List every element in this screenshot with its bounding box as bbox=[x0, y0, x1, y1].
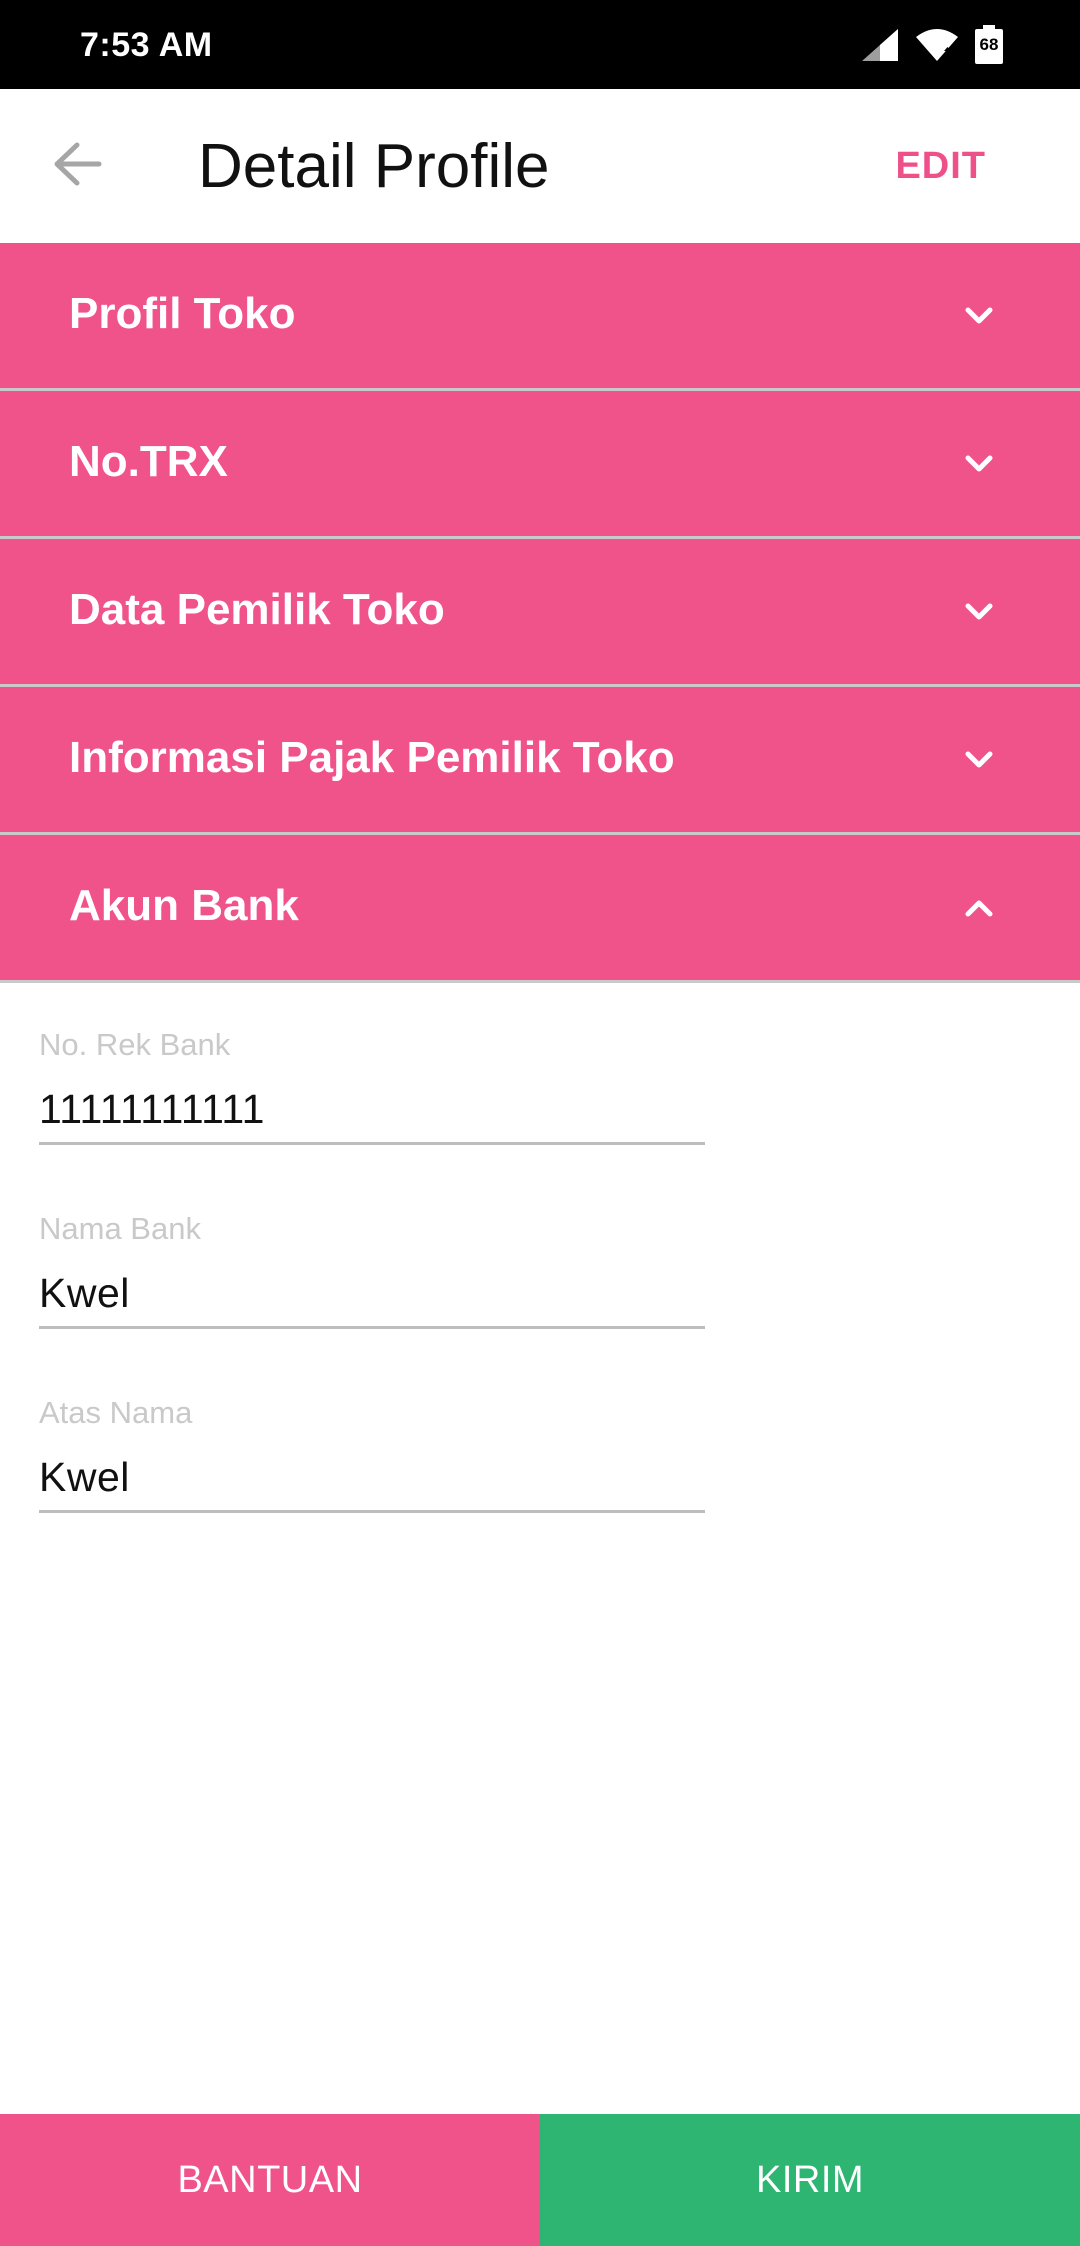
help-button[interactable]: BANTUAN bbox=[0, 2114, 540, 2246]
send-button[interactable]: KIRIM bbox=[540, 2114, 1080, 2246]
app-bar: Detail Profile EDIT bbox=[0, 89, 1080, 243]
field-label: No. Rek Bank bbox=[39, 1027, 231, 1062]
field-label: Atas Nama bbox=[39, 1395, 193, 1430]
section-no-trx[interactable]: No.TRX bbox=[0, 391, 1080, 539]
section-title: Profil Toko bbox=[69, 289, 296, 338]
account-holder-input[interactable] bbox=[39, 1454, 705, 1501]
chevron-down-icon bbox=[958, 295, 1000, 337]
section-title: Data Pemilik Toko bbox=[69, 585, 445, 634]
section-title: No.TRX bbox=[69, 437, 228, 486]
field-underline bbox=[39, 1142, 705, 1145]
bank-name-input[interactable] bbox=[39, 1270, 705, 1317]
field-underline bbox=[39, 1510, 705, 1513]
section-akun-bank[interactable]: Akun Bank bbox=[0, 835, 1080, 983]
account-holder-field: Atas Nama bbox=[39, 1368, 705, 1552]
chevron-up-icon bbox=[958, 887, 1000, 929]
status-time: 7:53 AM bbox=[80, 26, 213, 64]
status-bar: 7:53 AM 68 bbox=[0, 0, 1080, 89]
chevron-down-icon bbox=[958, 591, 1000, 633]
status-icons: 68 bbox=[860, 24, 1004, 66]
chevron-down-icon bbox=[958, 739, 1000, 781]
bottom-action-bar: BANTUAN KIRIM bbox=[0, 2114, 1080, 2246]
battery-level: 68 bbox=[979, 35, 999, 54]
wifi-icon bbox=[914, 27, 960, 63]
section-informasi-pajak[interactable]: Informasi Pajak Pemilik Toko bbox=[0, 687, 1080, 835]
section-title: Informasi Pajak Pemilik Toko bbox=[69, 733, 675, 782]
field-underline bbox=[39, 1326, 705, 1329]
field-label: Nama Bank bbox=[39, 1211, 201, 1246]
bank-name-field: Nama Bank bbox=[39, 1184, 705, 1368]
bank-account-number-input[interactable] bbox=[39, 1086, 705, 1133]
arrow-back-icon bbox=[51, 141, 103, 192]
edit-button[interactable]: EDIT bbox=[895, 145, 986, 188]
bank-account-number-field: No. Rek Bank bbox=[39, 1000, 705, 1184]
page-title: Detail Profile bbox=[198, 132, 550, 201]
section-data-pemilik-toko[interactable]: Data Pemilik Toko bbox=[0, 539, 1080, 687]
chevron-down-icon bbox=[958, 443, 1000, 485]
back-button[interactable] bbox=[40, 133, 114, 199]
section-title: Akun Bank bbox=[69, 881, 299, 930]
bank-account-fields: No. Rek Bank Nama Bank Atas Nama bbox=[39, 1000, 705, 1552]
profile-accordion: Profil Toko No.TRX Data Pemilik Toko Inf… bbox=[0, 243, 1080, 983]
section-profil-toko[interactable]: Profil Toko bbox=[0, 243, 1080, 391]
battery-icon: 68 bbox=[974, 25, 1004, 65]
signal-icon bbox=[860, 27, 900, 63]
